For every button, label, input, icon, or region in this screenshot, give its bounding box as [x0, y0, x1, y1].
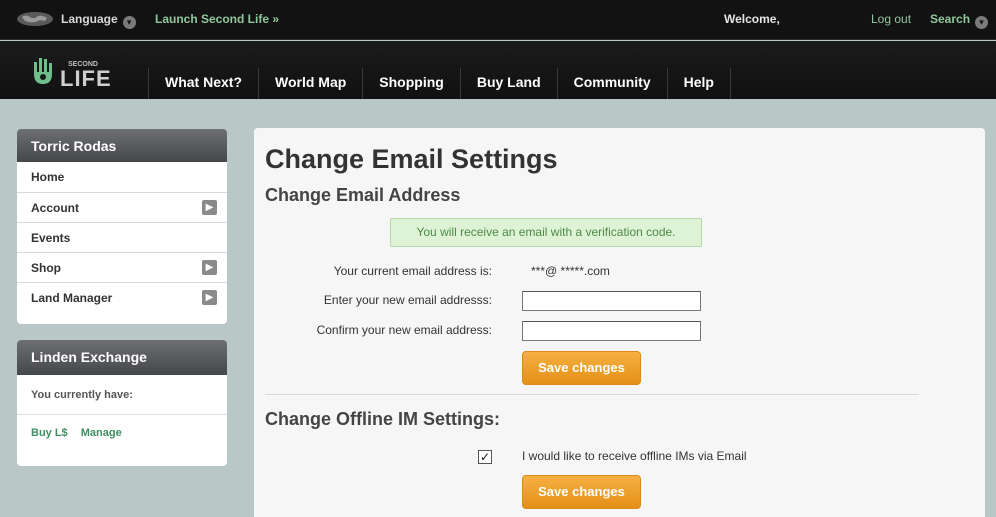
linden-exchange-box: Linden Exchange You currently have: Buy … — [17, 340, 227, 466]
nav-help[interactable]: Help — [666, 68, 731, 99]
new-email-label: Enter your new email addresss: — [323, 293, 492, 307]
sidebar-item-land-manager[interactable]: Land Manager ▶ — [17, 282, 227, 312]
nav-what-next[interactable]: What Next? — [148, 68, 258, 99]
verification-notice: You will receive an email with a verific… — [390, 218, 702, 247]
save-offline-im-button[interactable]: Save changes — [522, 475, 641, 509]
sidebar-item-label: Home — [31, 170, 65, 184]
exchange-links: Buy L$ Manage — [17, 415, 227, 451]
sidebar-item-label: Land Manager — [31, 291, 113, 305]
checkmark-icon: ✓ — [479, 450, 491, 464]
sidebar-item-shop[interactable]: Shop ▶ — [17, 252, 227, 282]
main-content-panel: Change Email Settings Change Email Addre… — [254, 128, 985, 517]
nav-shopping[interactable]: Shopping — [362, 68, 460, 99]
search-menu[interactable]: Search ▾ — [930, 12, 989, 29]
confirm-email-label: Confirm your new email address: — [316, 323, 492, 337]
sidebar-item-events[interactable]: Events — [17, 222, 227, 252]
chevron-right-icon[interactable]: ▶ — [202, 260, 217, 275]
top-utility-bar: Language ▾ Launch Second Life » Welcome, … — [0, 0, 996, 40]
user-name-header: Torric Rodas — [17, 129, 227, 162]
chevron-down-icon: ▾ — [122, 16, 136, 29]
sidebar-item-label: Account — [31, 201, 79, 215]
confirm-email-field[interactable] — [522, 321, 701, 341]
main-navbar: SECOND LIFE What Next? World Map Shoppin… — [0, 41, 996, 99]
linden-exchange-header: Linden Exchange — [17, 340, 227, 375]
primary-nav: What Next? World Map Shopping Buy Land C… — [148, 68, 731, 99]
offline-im-checkbox[interactable]: ✓ — [478, 450, 492, 464]
sidebar-item-account[interactable]: Account ▶ — [17, 192, 227, 222]
offline-im-section-title: Change Offline IM Settings: — [265, 409, 501, 429]
buy-lindens-link[interactable]: Buy L$ — [31, 427, 68, 439]
sidebar-item-label: Shop — [31, 261, 61, 275]
search-label: Search — [930, 12, 971, 26]
svg-text:LIFE: LIFE — [60, 66, 112, 90]
sidebar-menu: Home Account ▶ Events Shop ▶ Land Manage… — [17, 162, 227, 312]
logout-link[interactable]: Log out — [871, 12, 911, 26]
offline-im-checkbox-label: I would like to receive offline IMs via … — [522, 449, 747, 463]
chevron-right-icon[interactable]: ▶ — [202, 200, 217, 215]
nav-world-map[interactable]: World Map — [258, 68, 362, 99]
welcome-text: Welcome, — [724, 12, 780, 26]
second-life-logo[interactable]: SECOND LIFE — [30, 54, 122, 90]
launch-second-life-link[interactable]: Launch Second Life » — [155, 12, 279, 26]
section-divider — [265, 394, 919, 395]
new-email-field[interactable] — [522, 291, 701, 311]
email-section-title: Change Email Address — [265, 185, 461, 205]
globe-icon — [17, 12, 53, 26]
sidebar-item-label: Events — [31, 231, 71, 245]
save-email-button[interactable]: Save changes — [522, 351, 641, 385]
nav-community[interactable]: Community — [556, 68, 667, 99]
language-selector[interactable]: Language ▾ — [61, 12, 136, 29]
balance-text: You currently have: — [17, 375, 227, 415]
sidebar-item-home[interactable]: Home — [17, 162, 227, 192]
nav-buy-land[interactable]: Buy Land — [459, 68, 557, 99]
chevron-right-icon[interactable]: ▶ — [202, 290, 217, 305]
chevron-down-icon: ▾ — [975, 16, 989, 29]
user-menu-box: Torric Rodas Home Account ▶ Events Shop … — [17, 129, 227, 324]
page-title: Change Email Settings — [265, 144, 558, 174]
current-email-value: ***@ *****.com — [531, 264, 610, 278]
language-label: Language — [61, 12, 118, 26]
current-email-label: Your current email address is: — [333, 264, 492, 278]
manage-link[interactable]: Manage — [81, 427, 122, 439]
